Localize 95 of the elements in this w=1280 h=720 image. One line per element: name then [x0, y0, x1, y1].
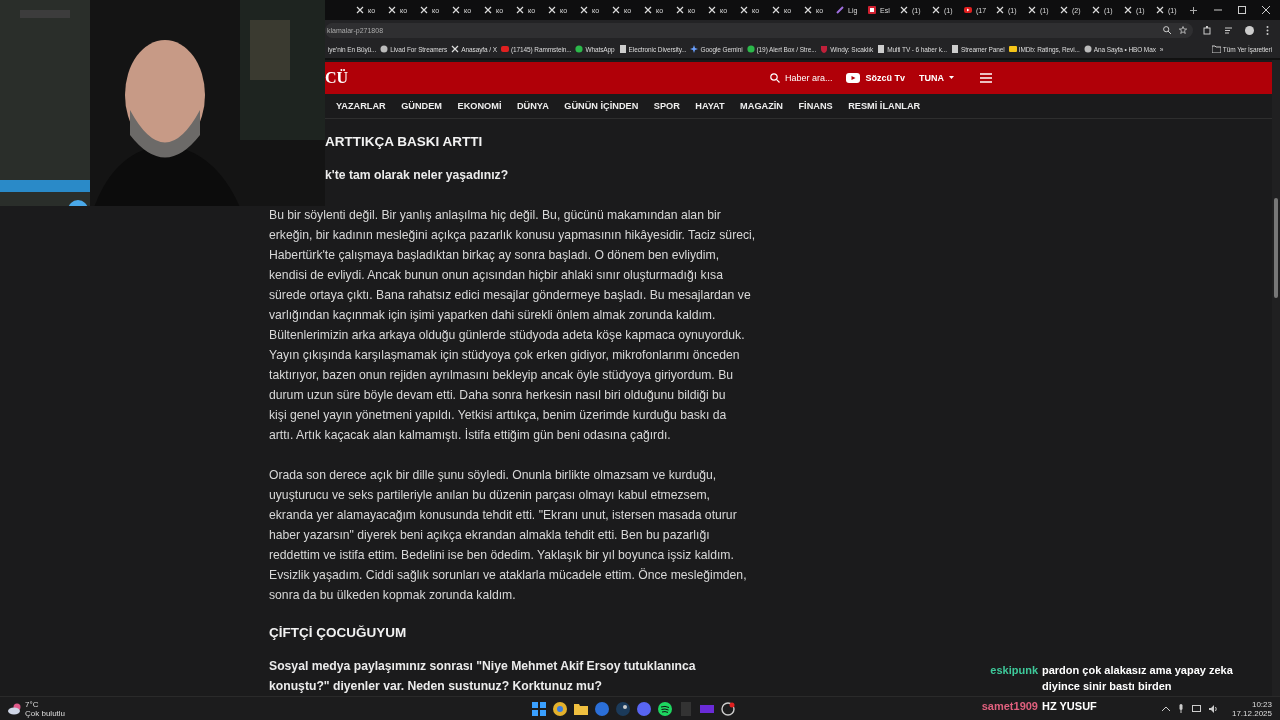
interview-question: k'te tam olarak neler yaşadınız?	[324, 167, 509, 184]
x-logo-icon	[932, 6, 940, 14]
recorder-icon[interactable]	[721, 701, 735, 716]
discord-icon[interactable]	[637, 701, 651, 716]
folder-icon[interactable]	[574, 701, 588, 716]
speaker-icon[interactable]	[1208, 704, 1218, 713]
x-logo-icon	[1156, 6, 1164, 14]
globe-icon	[1083, 45, 1092, 53]
page-icon	[877, 45, 886, 53]
slash-icon	[836, 6, 844, 14]
page-icon	[618, 45, 627, 53]
x-logo-icon	[548, 6, 556, 14]
letter-badge-icon	[868, 6, 876, 14]
play-icon	[846, 72, 861, 83]
x-logo-icon	[644, 6, 652, 14]
shield-icon	[820, 45, 829, 53]
article-paragraph: Orada son derece açık bir dille şunu söyledi. Onunla birlikte olmazsam ve kurduğu, uyuşturucu ve seks partileriyle anılan bu düzenin parçası olmayı kabul etmezsem, ekranda yer alamayacağım konusunda tehdit etti. "Ekranı unut, istersen masada oturur haber yazarsın" diyerek beni açıkça ekrandan almakla tehdit etti. Ben bu pazarlığı reddettim ve istifa ettim. Bedelini ise ben ödedim. Yaklaşık bir yıl boyunca işsiz kaldım. Evsizlik yaşadım. Ciddi sağlık sorunları ve ataklarla mücadele ettim. Önce mesleğimden, sonra da bu ülkeden kopmak zorunda kaldım.	[269, 467, 747, 604]
interview-question: Sosyal medya paylaşımınız sonrası "Niye Mehmet Akif Ersoy tutuklanınca konuştu?" diyenler var. Neden sustunuz? Korktunuz mu?	[269, 658, 696, 695]
chat-username: samet1909	[981, 699, 1038, 714]
nav-link[interactable]: GÜNDEM	[401, 100, 443, 111]
play-icon	[500, 45, 509, 53]
puzzle-icon[interactable]	[1203, 25, 1212, 35]
cloud-icon	[8, 702, 22, 715]
x-logo-icon	[452, 6, 460, 14]
nav-link[interactable]: MAGAZİN	[740, 100, 783, 111]
nav-link[interactable]: SPOR	[653, 100, 680, 111]
nav-link[interactable]: RESMİ İLANLAR	[848, 100, 921, 111]
globe-icon	[380, 45, 389, 53]
x-logo-icon	[484, 6, 492, 14]
nav-link[interactable]: HAYAT	[695, 100, 725, 111]
x-logo-icon	[1124, 6, 1132, 14]
badge-icon	[1008, 45, 1017, 53]
x-logo-icon	[1092, 6, 1100, 14]
profile-icon[interactable]	[1245, 25, 1254, 35]
site-logo[interactable]: CÜ	[325, 68, 349, 87]
grid-icon[interactable]	[532, 701, 546, 716]
chat-icon	[746, 45, 755, 53]
x-logo-icon	[772, 6, 780, 14]
section-heading: ÇİFTÇİ ÇOCUĞUYUM	[269, 624, 407, 642]
steam-icon[interactable]	[616, 701, 630, 716]
user-menu[interactable]: TUNA	[919, 72, 954, 83]
music-icon[interactable]	[658, 701, 672, 716]
x-logo-icon	[388, 6, 396, 14]
clock-time[interactable]: 10:23	[1251, 699, 1272, 709]
menu-icon[interactable]	[980, 72, 992, 83]
clock-date[interactable]: 17.12.2025	[1231, 708, 1272, 718]
x-logo-icon	[516, 6, 524, 14]
sparkle-icon	[690, 45, 699, 53]
article-paragraph: Bu bir söylenti değil. Bir yanlış anlaşılma hiç değil. Bu, gücünü makamından alan bir erkeğin, bir kadının mesleğini açıkça pazarlık konusu yapmasının hikâyesidir. Taciz süreci, Habertürk'te çalışmaya başladıktan birkaç ay sonra başladı. O dönem ben evliydim, kendisi de evliydi. Ancak bunun onun açısından hiçbir ahlaki sınır oluşturmadığı kısa sürede ortaya çıktı. Bana rahatsız edici mesajlar göndermeye başladı. Bu mesajlardan ve varlığından kaçınmak için işimi yaparken dahi sürekli önlem almak zorunda kaldım. Bültenlerimizin arka arkaya olduğu günlerde stüdyoda adeta köşe kapmaca oynuyorduk. Yayın çıkışında karşılaşmamak için stüdyoya çok erken gidiyor, mikrofonlarımı önceden taktırıyor, bazen onun rejiden ayrılmasını bekleyip ancak öyle stüdyoya giriyordum. Bu durum uzun süre böyle devam etti. Daha sonra herkesin nasıl biri olduğunu bildiği bu kişi genel yayın yönetmeni yapıldı. Yetkisi arttıkça, benim üzerimde kurduğu baskı da arttı. Artık kaçacak alan kalmamıştı. İstifa ettiğim gün beni odasına çağırdı.	[269, 207, 756, 444]
page-icon	[950, 45, 959, 53]
x-logo-icon	[612, 6, 620, 14]
star-icon[interactable]	[1179, 26, 1187, 34]
chat-message: pardon çok alakasız ama yapay zeka diyince sinir bastı birden	[1042, 663, 1234, 694]
nav-link[interactable]: FİNANS	[798, 100, 833, 111]
search-field[interactable]: Haber ara...	[769, 72, 833, 83]
menu-icon[interactable]	[1266, 25, 1269, 35]
nav-link[interactable]: EKONOMİ	[457, 100, 502, 111]
folder-icon	[1211, 45, 1221, 53]
new-tab-icon[interactable]	[1190, 6, 1197, 14]
chat-username: eskipunk	[990, 663, 1038, 678]
x-logo-icon	[740, 6, 748, 14]
tv-link[interactable]: Sözcü Tv	[846, 72, 905, 83]
temperature: 7°C	[25, 699, 40, 709]
chat-icon	[575, 45, 584, 53]
chevron-up-icon[interactable]	[1161, 706, 1170, 711]
search-icon	[769, 72, 780, 83]
minimize-icon[interactable]	[1214, 6, 1222, 14]
x-logo-icon	[356, 6, 364, 14]
x-logo-icon	[804, 6, 812, 14]
x-logo-icon	[451, 45, 460, 53]
x-logo-icon	[996, 6, 1004, 14]
nav-link[interactable]: GÜNÜN İÇİNDEN	[564, 100, 639, 111]
x-logo-icon	[708, 6, 716, 14]
browser-icon[interactable]	[553, 701, 567, 716]
x-logo-icon	[580, 6, 588, 14]
caret-icon	[949, 76, 954, 80]
close-icon[interactable]	[1262, 6, 1270, 14]
maximize-icon[interactable]	[1238, 6, 1246, 14]
scrollbar[interactable]	[1272, 60, 1280, 696]
zoom-icon[interactable]	[1163, 26, 1171, 34]
nav-link[interactable]: DÜNYA	[516, 100, 549, 111]
nav-link[interactable]: YAZARLAR	[336, 100, 386, 111]
media-icon[interactable]	[1224, 25, 1233, 35]
chat-message: HZ YUSUF	[1042, 699, 1097, 714]
play-icon	[964, 6, 972, 14]
monitor-icon[interactable]	[1191, 704, 1201, 713]
x-logo-icon	[1028, 6, 1036, 14]
microphone-icon[interactable]	[1177, 704, 1184, 713]
scrollbar-thumb[interactable]	[1274, 198, 1278, 298]
x-logo-icon	[420, 6, 428, 14]
x-logo-icon	[900, 6, 908, 14]
weather-text: Çok bulutlu	[25, 708, 66, 718]
x-logo-icon	[676, 6, 684, 14]
section-heading: ARTTIKÇA BASKI ARTTI	[324, 133, 483, 151]
x-logo-icon	[1060, 6, 1068, 14]
